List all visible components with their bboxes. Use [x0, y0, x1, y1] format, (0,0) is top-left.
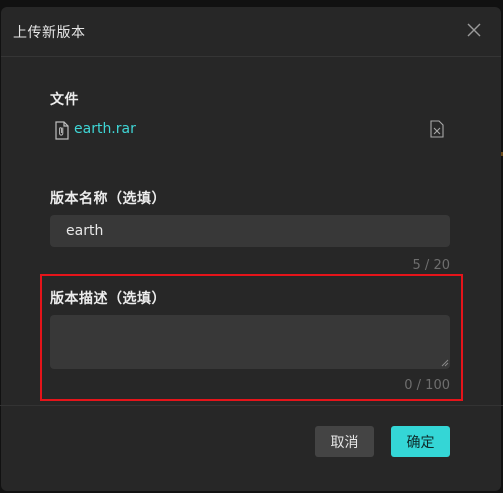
- version-description-textarea[interactable]: [50, 315, 450, 369]
- cancel-button[interactable]: 取消: [315, 426, 374, 457]
- version-description-label: 版本描述（选填）: [50, 291, 166, 307]
- file-row: earth.rar: [54, 120, 450, 142]
- delete-file-icon[interactable]: [430, 120, 444, 138]
- upload-version-dialog: 上传新版本: [1, 7, 501, 491]
- attachment-file-icon: [55, 121, 69, 140]
- confirm-button[interactable]: 确定: [391, 426, 450, 457]
- file-name-link[interactable]: earth.rar: [74, 121, 136, 137]
- version-description-counter: 0 / 100: [404, 378, 450, 393]
- version-name-input[interactable]: [50, 215, 450, 247]
- version-name-counter: 5 / 20: [412, 258, 450, 273]
- resize-handle-icon[interactable]: [441, 359, 449, 367]
- close-icon[interactable]: [467, 23, 481, 37]
- footer-divider: [0, 405, 503, 406]
- dialog-header: 上传新版本: [1, 7, 501, 57]
- version-name-label: 版本名称（选填）: [50, 191, 166, 207]
- dialog-title: 上传新版本: [13, 25, 86, 41]
- file-section-label: 文件: [50, 92, 79, 108]
